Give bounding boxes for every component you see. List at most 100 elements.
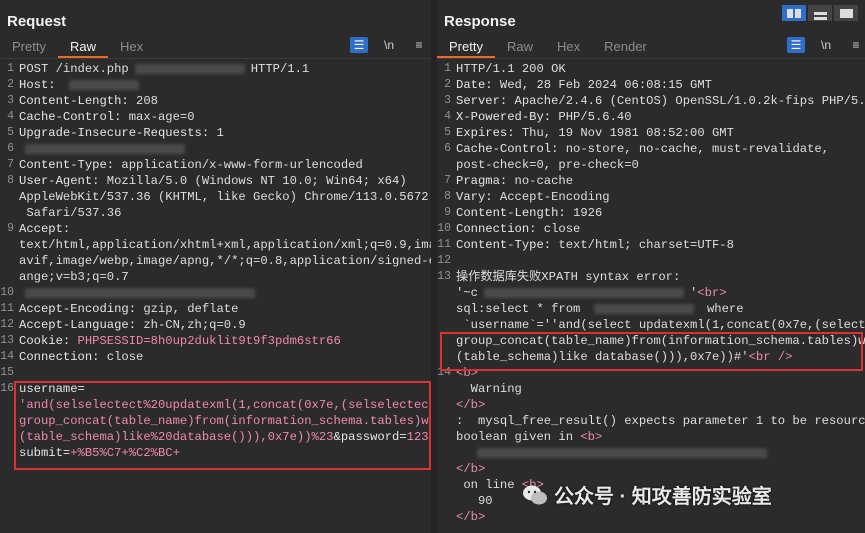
tab-render[interactable]: Render — [592, 38, 659, 58]
request-payload-highlight — [14, 381, 431, 470]
wrap-lines-icon[interactable]: ☰ — [350, 37, 368, 53]
line-number: 2 — [444, 78, 451, 91]
text-segment: User-Agent: — [19, 174, 107, 188]
text-segment: Upgrade-Insecure-Requests: — [19, 126, 217, 140]
text-segment: avif,image/webp,image/apng,*/*;q=0.8,app… — [19, 254, 432, 268]
code-line: 4 Cache-Control: max-age=0 — [0, 109, 431, 125]
code-line: 1 HTTP/1.1 200 OK — [437, 61, 865, 77]
code-line: 13 操作数据库失败XPATH syntax error: — [437, 269, 865, 285]
text-segment: Cookie: — [19, 334, 78, 348]
code-line: 12 Accept-Language: zh-CN,zh;q=0.9 — [0, 317, 431, 333]
stacked-layout-icon[interactable] — [808, 5, 832, 21]
line-text: POST /index.php HTTP/1.1 — [19, 61, 309, 77]
newline-toggle-icon[interactable]: \n — [817, 37, 835, 53]
line-text: </b> — [456, 397, 485, 413]
line-text: '~c '<br> — [456, 285, 727, 301]
code-line: 4 X-Powered-By: PHP/5.6.40 — [437, 109, 865, 125]
line-number: 9 — [444, 206, 451, 219]
code-line: 6 Cache-Control: no-store, no-cache, must… — [437, 141, 865, 157]
text-segment: text/html; charset=UTF-8 — [558, 238, 734, 252]
request-tabs: Pretty Raw Hex — [0, 38, 155, 58]
code-line: post-check=0, pre-check=0 — [437, 157, 865, 173]
newline-toggle-icon[interactable]: \n — [380, 37, 398, 53]
line-text — [19, 141, 191, 157]
text-segment: '~c — [456, 286, 478, 300]
line-text: Host: — [19, 77, 145, 93]
line-text: AppleWebKit/537.36 (KHTML, like Gecko) C… — [19, 189, 431, 205]
code-line: Warning — [437, 381, 865, 397]
text-segment: Host: — [19, 78, 63, 92]
line-number: 6 — [444, 142, 451, 155]
code-line: 9 Content-Length: 1926 — [437, 205, 865, 221]
line-number: 1 — [444, 62, 451, 75]
code-line: 13 Cookie: PHPSESSID=8h0up2duklit9t9f3pdm… — [0, 333, 431, 349]
redacted-text — [68, 79, 139, 90]
line-text: </b> — [456, 461, 485, 477]
side-by-side-layout-icon[interactable] — [782, 5, 806, 21]
text-segment: Safari/537.36 — [19, 206, 122, 220]
text-segment: POST /index.php — [19, 62, 129, 76]
line-text: Content-Length: 208 — [19, 93, 158, 109]
text-segment: Content-Type: — [19, 158, 122, 172]
menu-icon[interactable]: ≡ — [847, 37, 865, 53]
line-text: Vary: Accept-Encoding — [456, 189, 610, 205]
text-segment: Thu, 19 Nov 1981 08:52:00 GMT — [521, 126, 734, 140]
text-segment: close — [543, 222, 581, 236]
code-line: </b> — [437, 397, 865, 413]
text-segment: Cache-Control: — [19, 110, 129, 124]
line-text: Cookie: PHPSESSID=8h0up2duklit9t9f3pdm6s… — [19, 333, 341, 349]
text-segment: no-cache — [514, 174, 574, 188]
tab-pretty[interactable]: Pretty — [0, 38, 58, 58]
text-segment: HTTP/1.1 — [250, 62, 310, 76]
code-line: 10 — [0, 285, 431, 301]
line-text: X-Powered-By: PHP/5.6.40 — [456, 109, 632, 125]
line-text: Pragma: no-cache — [456, 173, 573, 189]
line-text: Warning — [456, 381, 522, 397]
line-text: Accept-Language: zh-CN,zh;q=0.9 — [19, 317, 246, 333]
response-toolbar: ☰ \n ≡ — [787, 37, 865, 53]
text-segment: Warning — [456, 382, 522, 396]
line-text: Safari/537.36 — [19, 205, 121, 221]
text-segment: HTTP/1.1 200 OK — [456, 62, 566, 76]
line-number: 7 — [444, 174, 451, 187]
line-text: : mysql_free_result() expects parameter … — [456, 413, 865, 429]
single-pane-layout-icon[interactable] — [834, 5, 858, 21]
response-editor[interactable]: 1 HTTP/1.1 200 OK 2 Date: Wed, 28 Feb 2024 … — [437, 61, 865, 533]
text-segment: Connection: — [456, 222, 544, 236]
text-segment: </b> — [456, 398, 486, 412]
tab-hex[interactable]: Hex — [108, 38, 155, 58]
text-segment: <b> — [580, 430, 603, 444]
text-segment: application/x-www-form-urlencoded — [121, 158, 363, 172]
code-line: 3 Content-Length: 208 — [0, 93, 431, 109]
line-text: Cache-Control: no-store, no-cache, must-… — [456, 141, 829, 157]
response-error-highlight — [440, 332, 863, 371]
text-segment: Connection: — [19, 350, 107, 364]
line-text: </b> — [456, 509, 485, 525]
line-text: Content-Type: text/html; charset=UTF-8 — [456, 237, 734, 253]
text-segment: boolean given in — [456, 430, 581, 444]
code-line: 8 Vary: Accept-Encoding — [437, 189, 865, 205]
line-number: 2 — [7, 78, 14, 91]
text-segment: </b> — [456, 462, 486, 476]
text-segment: Content-Length: — [456, 206, 574, 220]
line-text: HTTP/1.1 200 OK — [456, 61, 566, 77]
tab-raw[interactable]: Raw — [57, 38, 108, 58]
line-text: User-Agent: Mozilla/5.0 (Windows NT 10.0… — [19, 173, 407, 189]
text-segment: Wed, 28 Feb 2024 06:08:15 GMT — [499, 78, 712, 92]
menu-icon[interactable]: ≡ — [410, 37, 428, 53]
text-segment: Mozilla/5.0 (Windows NT 10.0; Win64; x64… — [106, 174, 407, 188]
code-line: 9 Accept: — [0, 221, 431, 237]
tab-raw[interactable]: Raw — [495, 38, 545, 58]
request-pane: Request Pretty Raw Hex ☰ \n ≡ 1 POST /index… — [0, 0, 432, 533]
text-segment: zh-CN,zh;q=0.9 — [143, 318, 246, 332]
code-line: 14 Connection: close — [0, 349, 431, 365]
line-number: 7 — [7, 158, 14, 171]
text-segment: </b> — [456, 510, 486, 524]
wrap-lines-icon[interactable]: ☰ — [787, 37, 805, 53]
text-segment: on line — [456, 478, 522, 492]
code-line: 7 Pragma: no-cache — [437, 173, 865, 189]
line-number: 9 — [7, 222, 14, 235]
tab-pretty[interactable]: Pretty — [437, 38, 495, 58]
text-segment: sql:select * from — [456, 302, 588, 316]
tab-hex[interactable]: Hex — [545, 38, 592, 58]
